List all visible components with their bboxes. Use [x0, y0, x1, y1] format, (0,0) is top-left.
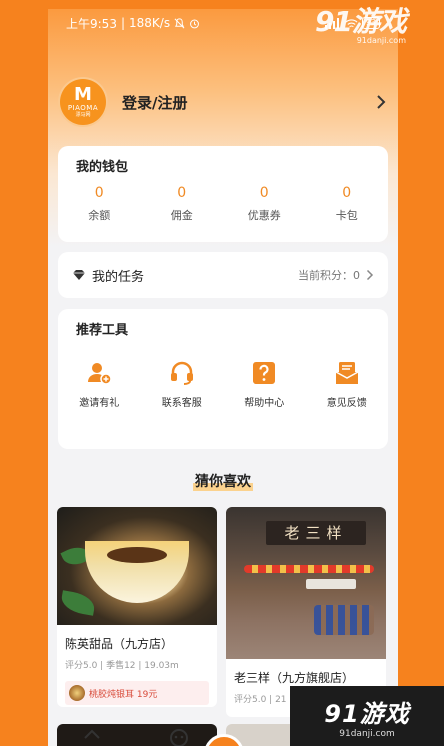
wallet-card: 我的钱包 0 余额 0 佣金 0 优惠券 0 卡包 [58, 146, 388, 242]
product-name: 陈英甜品（九方店） [65, 637, 174, 651]
help-icon [253, 362, 276, 384]
wallet-item-commission[interactable]: 0 佣金 [141, 185, 224, 223]
tool-invite[interactable]: 邀请有礼 [58, 360, 141, 409]
tool-label: 意见反馈 [326, 398, 367, 409]
tasks-label: 我的任务 [92, 269, 145, 285]
tool-label: 联系客服 [161, 398, 202, 409]
product-image: 老三样 [226, 507, 386, 659]
tool-customer-service[interactable]: 联系客服 [141, 360, 224, 409]
app-logo: M PIAOMA 漂马网 [58, 77, 108, 127]
alarm-icon [190, 19, 200, 28]
wallet-item-balance[interactable]: 0 余额 [58, 185, 141, 223]
chevron-right-icon[interactable] [376, 94, 386, 110]
tool-feedback[interactable]: 意见反馈 [306, 360, 389, 409]
discover-icon[interactable] [169, 726, 189, 746]
wallet-title: 我的钱包 [76, 160, 129, 175]
tool-label: 帮助中心 [244, 398, 285, 409]
home-icon[interactable] [82, 726, 102, 746]
phone-screen: 上午9:53 | 188K/s 93 M PIAOMA 漂马网 登录/注册 我的… [48, 9, 398, 746]
status-speed: 188K/s [129, 16, 171, 30]
wallet-value: 0 [177, 185, 187, 201]
diamond-icon [73, 270, 85, 280]
logo-text: PIAOMA [67, 104, 99, 112]
headset-icon [170, 361, 193, 385]
wallet-value: 0 [259, 185, 269, 201]
watermark-logo-bottom: 91游戏 91danji.com [290, 686, 444, 746]
wallet-item-coupons[interactable]: 0 优惠券 [223, 185, 306, 223]
dessert-topping [107, 547, 167, 563]
logo-mark-icon: M [74, 84, 92, 105]
product-image [57, 507, 217, 625]
profile-row[interactable]: M PIAOMA 漂马网 登录/注册 [58, 72, 388, 132]
wallet-label: 余额 [88, 209, 111, 222]
tool-help-center[interactable]: 帮助中心 [223, 360, 306, 409]
status-time: 上午9:53 [66, 16, 117, 31]
wallet-item-cards[interactable]: 0 卡包 [306, 185, 389, 223]
product-meta: 评分5.0 | 季售12 | 19.03m [65, 661, 179, 671]
invite-icon [88, 363, 112, 385]
recommended-tools-card: 推荐工具 邀请有礼 联系客服 帮助中心 意见反馈 [58, 309, 388, 449]
wallet-label: 佣金 [170, 209, 193, 222]
points-text: 当前积分：0 [298, 269, 360, 282]
login-register-link[interactable]: 登录/注册 [122, 92, 187, 113]
restaurant-sign: 老三样 [266, 521, 366, 545]
wallet-label: 优惠券 [247, 209, 281, 222]
feedback-icon [335, 362, 359, 384]
wallet-value: 0 [342, 185, 352, 201]
deal-thumbnail [69, 685, 85, 701]
watermark-logo-top: 91游戏 91danji.com [315, 5, 407, 45]
leaf-decoration [59, 590, 97, 616]
wallet-label: 卡包 [335, 209, 358, 222]
product-name: 老三样（九方旗舰店） [234, 671, 355, 685]
lantern-decoration [244, 565, 374, 573]
tools-title: 推荐工具 [76, 323, 129, 338]
product-card[interactable]: 陈英甜品（九方店） 评分5.0 | 季售12 | 19.03m 桃胶炖银耳 19… [57, 507, 217, 707]
guess-you-like-heading: 猜你喜欢 [48, 471, 398, 491]
logo-subtext: 漂马网 [75, 112, 91, 118]
mute-icon [174, 17, 185, 28]
tool-label: 邀请有礼 [79, 398, 120, 409]
my-tasks-row[interactable]: 我的任务 当前积分：0 [58, 252, 388, 298]
blank-tab [257, 726, 277, 746]
people-crowd [314, 605, 374, 635]
product-deal-tag[interactable]: 桃胶炖银耳 19元 [65, 681, 209, 705]
deal-text: 桃胶炖银耳 19元 [89, 689, 158, 700]
wallet-value: 0 [94, 185, 104, 201]
guess-title: 猜你喜欢 [193, 471, 253, 491]
chevron-right-icon [366, 269, 374, 281]
shop-sign [306, 579, 356, 589]
